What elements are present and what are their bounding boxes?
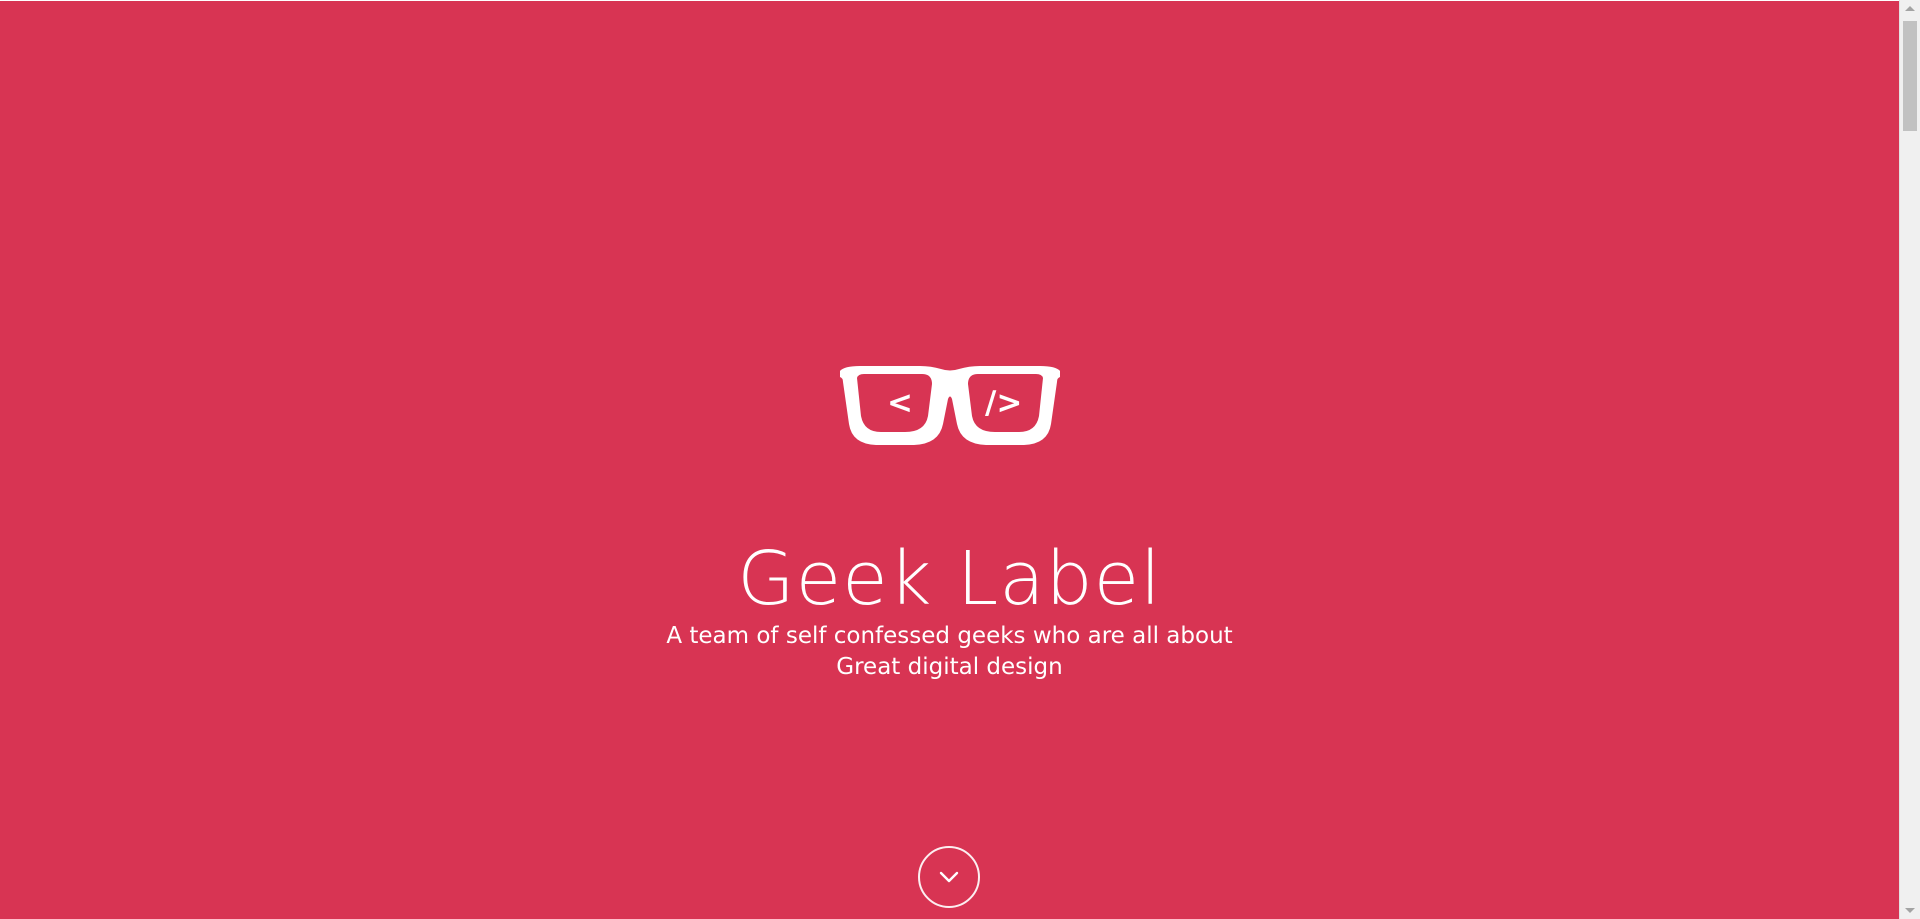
- right-code-symbol: />: [985, 385, 1022, 421]
- scroll-down-arrow-icon[interactable]: [1905, 908, 1915, 913]
- tagline-line-1: A team of self confessed geeks who are a…: [666, 623, 1233, 649]
- chevron-down-icon: [939, 871, 959, 883]
- scroll-down-button[interactable]: [918, 846, 980, 908]
- hero-section: < /> Geek Label A team of self confessed…: [0, 1, 1899, 919]
- site-tagline: A team of self confessed geeks who are a…: [0, 621, 1899, 683]
- site-title: Geek Label: [737, 535, 1162, 622]
- glasses-code-logo-icon: < />: [836, 366, 1064, 448]
- scroll-up-arrow-icon[interactable]: [1905, 6, 1915, 11]
- left-code-symbol: <: [887, 385, 913, 421]
- scrollbar-thumb[interactable]: [1903, 21, 1917, 131]
- vertical-scrollbar[interactable]: [1899, 0, 1920, 919]
- tagline-line-2: Great digital design: [836, 654, 1063, 680]
